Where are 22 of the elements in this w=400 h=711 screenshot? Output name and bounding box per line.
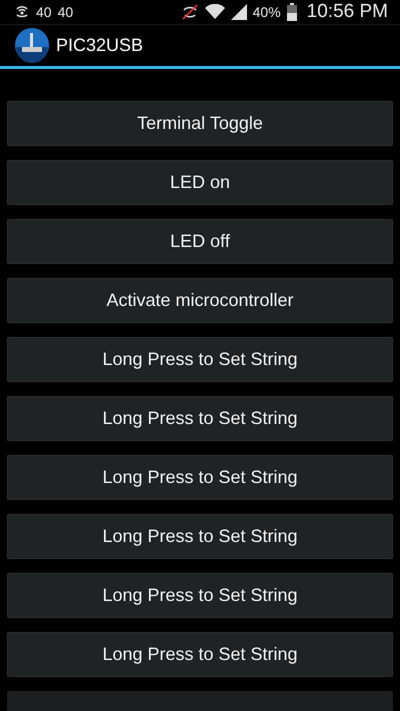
clock-time: 10:56 PM [306, 0, 388, 23]
action-button[interactable]: Long Press to Set String [7, 632, 393, 677]
signal-icon [230, 4, 247, 20]
hotspot-icon [14, 4, 30, 20]
app-logo-icon [14, 27, 50, 64]
battery-percent: 40% [252, 4, 281, 20]
signal-text: 40 [36, 4, 52, 20]
signal-text: 40 [58, 4, 74, 20]
action-button[interactable]: Long Press to Set String [7, 514, 393, 559]
sync-off-icon [180, 2, 199, 21]
action-button[interactable]: Long Press to Set String [7, 573, 393, 618]
battery-icon [286, 2, 297, 21]
action-button[interactable]: Terminal Toggle [7, 101, 393, 146]
action-button[interactable]: LED off [7, 219, 393, 264]
action-button[interactable]: Activate microcontroller [7, 278, 393, 323]
action-button[interactable]: LED on [7, 160, 393, 205]
action-button[interactable]: Long Press to Set String [7, 396, 393, 441]
action-button[interactable]: Long Press to Set String [7, 455, 393, 500]
partial-button[interactable] [7, 691, 393, 711]
wifi-icon [204, 4, 225, 20]
app-title: PIC32USB [56, 34, 144, 56]
action-button[interactable]: Long Press to Set String [7, 337, 393, 382]
